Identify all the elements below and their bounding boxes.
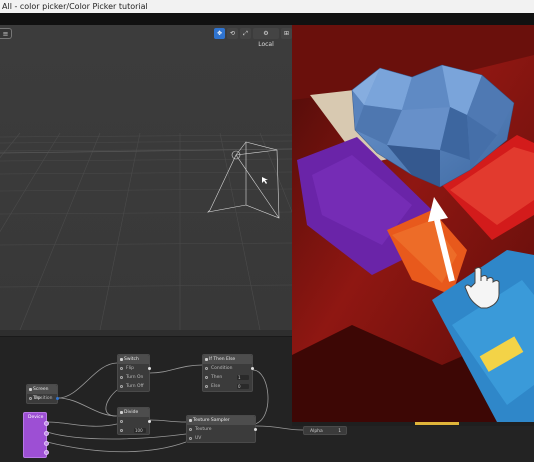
switch-port-flip: Flip bbox=[118, 364, 151, 373]
rotate-tool-icon[interactable]: ⟲ bbox=[227, 28, 238, 39]
device-output-pin[interactable] bbox=[44, 421, 49, 426]
then-value[interactable]: 1 bbox=[237, 375, 249, 380]
screen-tap-port: Position bbox=[27, 394, 59, 403]
viewport-grid bbox=[0, 25, 292, 330]
divide-node[interactable]: Divide 100 bbox=[117, 407, 151, 435]
preview-footer bbox=[292, 422, 534, 426]
screen-tap-node[interactable]: Screen Tap Position bbox=[26, 384, 59, 404]
switch-port-turn-off: Turn Off bbox=[118, 382, 149, 391]
grid-toggle-icon[interactable]: ⊞ bbox=[281, 28, 292, 39]
screen-tap-title: Screen Tap bbox=[27, 385, 57, 401]
local-space-label: Local bbox=[258, 41, 274, 48]
selection-highlight bbox=[415, 422, 459, 425]
viewport-menu-button[interactable]: ≡ bbox=[0, 28, 12, 39]
divide-port-b: 100 bbox=[118, 426, 149, 435]
window-title: All - color picker/Color Picker tutorial bbox=[0, 0, 534, 13]
if-then-else-node[interactable]: If Then Else Condition Then 1 Else 0 bbox=[202, 354, 254, 392]
alpha-node[interactable]: Alpha 1 bbox=[303, 426, 347, 435]
if-then-else-title: If Then Else bbox=[203, 355, 252, 364]
if-port-else: Else 0 bbox=[203, 382, 252, 391]
local-space-button[interactable]: ⚙ Local bbox=[253, 28, 279, 48]
divide-value[interactable]: 100 bbox=[134, 428, 146, 433]
viewport-toolbar: ✥ ⟲ ⤢ ⚙ Local ⊞ bbox=[214, 28, 292, 48]
scene-viewport[interactable]: ≡ ✥ ⟲ ⤢ ⚙ Local ⊞ bbox=[0, 25, 292, 330]
device-output-pin[interactable] bbox=[44, 450, 49, 455]
if-port-then: Then 1 bbox=[203, 373, 252, 382]
device-output-pin[interactable] bbox=[44, 431, 49, 436]
camera-preview-image bbox=[292, 25, 534, 422]
move-tool-icon[interactable]: ✥ bbox=[214, 28, 225, 39]
else-value[interactable]: 0 bbox=[237, 384, 249, 389]
divide-port-a bbox=[118, 417, 151, 426]
gear-icon: ⚙ bbox=[263, 30, 269, 37]
divide-title: Divide bbox=[118, 408, 149, 417]
texture-sampler-title: Texture Sampler bbox=[187, 416, 255, 425]
device-output-pin[interactable] bbox=[44, 441, 49, 446]
texture-port: Texture bbox=[187, 425, 257, 434]
if-port-condition: Condition bbox=[203, 364, 254, 373]
camera-preview[interactable] bbox=[292, 25, 534, 422]
switch-port-turn-on: Turn On bbox=[118, 373, 149, 382]
texture-sampler-node[interactable]: Texture Sampler Texture UV bbox=[186, 415, 257, 443]
switch-title: Switch bbox=[118, 355, 149, 364]
uv-port: UV bbox=[187, 434, 255, 443]
device-node[interactable]: Device bbox=[23, 412, 49, 458]
menu-strip bbox=[0, 13, 534, 25]
switch-node[interactable]: Switch Flip Turn On Turn Off bbox=[117, 354, 151, 392]
device-node-title: Device bbox=[28, 415, 44, 420]
scale-tool-icon[interactable]: ⤢ bbox=[240, 28, 251, 39]
